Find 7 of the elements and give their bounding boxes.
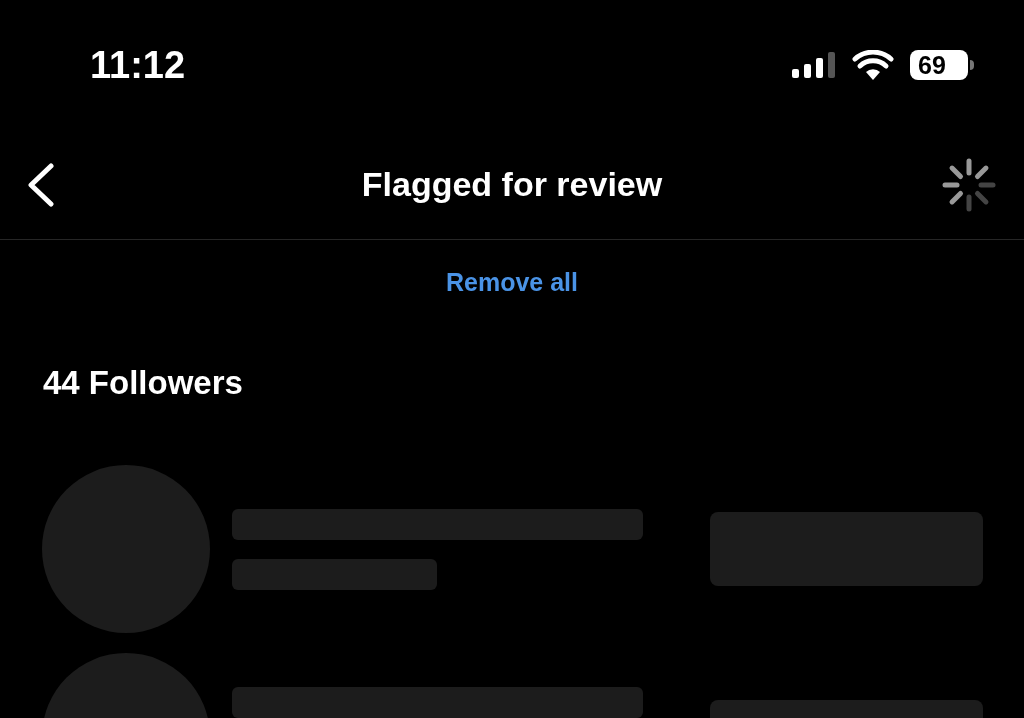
- loading-spinner-icon: [942, 157, 996, 212]
- signal-icon: [792, 52, 836, 78]
- wifi-icon: [852, 50, 894, 80]
- section-title: 44 Followers: [43, 363, 243, 401]
- status-time: 11:12: [90, 42, 186, 88]
- page-title: Flagged for review: [361, 164, 663, 205]
- remove-all-link[interactable]: Remove all: [446, 264, 578, 302]
